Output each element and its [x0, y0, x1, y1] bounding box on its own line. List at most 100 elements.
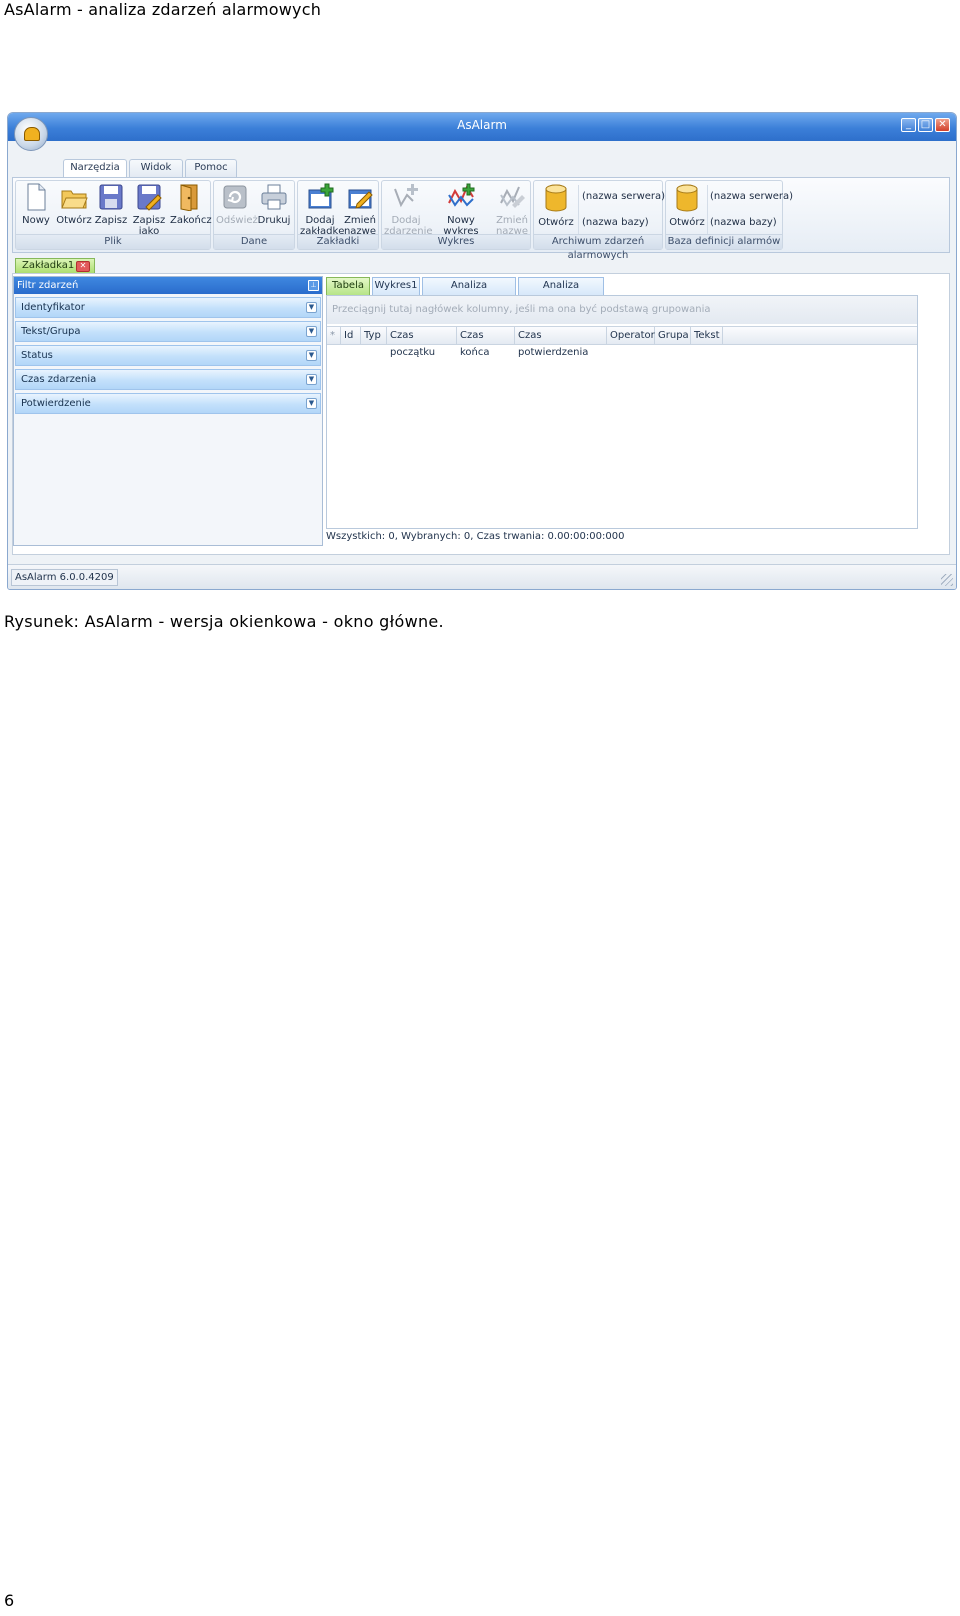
filter-czas-zdarzenia[interactable]: Czas zdarzenia ▼: [15, 369, 321, 390]
baza-definicji-separator: [707, 185, 708, 235]
filter-item-label: Tekst/Grupa: [21, 326, 81, 337]
column-czas-potwierdzenia[interactable]: Czas potwierdzenia: [515, 327, 607, 358]
group-by-panel[interactable]: Przeciągnij tutaj nagłówek kolumny, jeśl…: [327, 296, 917, 324]
new-document-icon: [27, 183, 46, 211]
nowy-button[interactable]: Nowy: [18, 183, 54, 226]
rename-chart-icon: [500, 186, 525, 208]
filter-potwierdzenie[interactable]: Potwierdzenie ▼: [15, 393, 321, 414]
column-operator[interactable]: Operator: [607, 327, 655, 344]
close-button[interactable]: ✕: [935, 118, 950, 132]
tab-widok[interactable]: Widok: [129, 159, 183, 177]
column-czas-poczatku[interactable]: Czas początku: [387, 327, 457, 358]
odswiez-button[interactable]: Odśwież: [216, 183, 258, 226]
baza-definicji-otworz-button[interactable]: Otwórz: [668, 183, 706, 228]
column-tekst[interactable]: Tekst: [691, 327, 723, 344]
application-window: AsAlarm _ □ ✕ Narzędzia Widok Pomoc Nowy…: [7, 112, 957, 590]
zapisz-label: Zapisz: [94, 215, 128, 226]
zapisz-button[interactable]: Zapisz: [94, 183, 128, 226]
page-number: 6: [4, 1591, 15, 1610]
group-plik: Nowy Otwórz Zapisz Zapisz jako Zakończ P…: [15, 180, 212, 250]
group-label-wykres: Wykres: [382, 234, 530, 249]
baza-definicji-otworz-label: Otwórz: [669, 217, 705, 228]
chevron-down-icon[interactable]: ▼: [306, 350, 317, 361]
zakoncz-label: Zakończ: [170, 215, 212, 226]
add-tab-icon: [308, 183, 334, 209]
version-label: AsAlarm 6.0.0.4209: [11, 569, 118, 586]
grid-header: * Id Typ Czas początku Czas końca Czas p…: [327, 326, 917, 358]
pin-icon[interactable]: ⊥: [308, 280, 319, 291]
filter-item-label: Potwierdzenie: [21, 398, 91, 409]
tab-analiza-statyczna[interactable]: Analiza statyczna: [518, 277, 604, 307]
column-id[interactable]: Id: [341, 327, 361, 344]
ribbon-panel: Nowy Otwórz Zapisz Zapisz jako Zakończ P…: [12, 177, 950, 261]
page-heading: AsAlarm - analiza zdarzeń alarmowych: [4, 0, 322, 19]
tab-analiza-dynamiczna[interactable]: Analiza dynamiczna: [422, 277, 516, 307]
archiwum-otworz-button[interactable]: Otwórz: [536, 183, 576, 228]
filter-tekst-grupa[interactable]: Tekst/Grupa ▼: [15, 321, 321, 342]
printer-icon: [261, 184, 287, 210]
tab-tabela[interactable]: Tabela: [326, 277, 370, 295]
column-czas-konca[interactable]: Czas końca: [457, 327, 515, 358]
archiwum-otworz-label: Otwórz: [538, 217, 574, 228]
add-event-chart-icon: [394, 184, 418, 208]
title-bar[interactable]: AsAlarm _ □ ✕: [8, 113, 956, 141]
column-typ[interactable]: Typ: [361, 327, 387, 344]
close-tab-icon[interactable]: ✕: [76, 261, 90, 272]
database-icon: [545, 184, 567, 212]
baza-definicji-database-name: (nazwa bazy): [710, 217, 777, 228]
dodaj-zakladke-label-1: Dodaj: [305, 215, 335, 226]
column-grupa[interactable]: Grupa: [655, 327, 691, 344]
archiwum-server-name: (nazwa serwera): [582, 191, 666, 202]
otworz-button[interactable]: Otwórz: [56, 183, 92, 226]
drukuj-label: Drukuj: [257, 215, 291, 226]
dodaj-zdarzenie-label-1: Dodaj: [391, 215, 421, 226]
chevron-down-icon[interactable]: ▼: [306, 302, 317, 313]
group-archiwum: Otwórz (nazwa serwera) (nazwa bazy) Arch…: [533, 180, 666, 261]
filter-title: Filtr zdarzeń: [17, 280, 79, 291]
filter-status[interactable]: Status ▼: [15, 345, 321, 366]
database-icon: [676, 184, 698, 212]
maximize-button[interactable]: □: [918, 118, 933, 132]
nowy-wykres-button[interactable]: Nowy wykres: [430, 183, 492, 237]
zmien-nazwe-wykresu-label-1: Zmień: [496, 215, 528, 226]
doc-tab-zakladka1[interactable]: Zakładka1 ✕: [15, 258, 95, 274]
zmien-nazwe-zakladki-label-1: Zmień: [344, 215, 376, 226]
group-label-plik: Plik: [16, 234, 210, 249]
grid-status: Wszystkich: 0, Wybranych: 0, Czas trwani…: [326, 531, 625, 542]
archiwum-database-name: (nazwa bazy): [582, 217, 649, 228]
archiwum-separator: [578, 185, 579, 235]
group-label-zakladki: Zakładki: [298, 234, 378, 249]
group-label-archiwum: Archiwum zdarzeń alarmowych: [534, 234, 662, 261]
chevron-down-icon[interactable]: ▼: [306, 374, 317, 385]
window-title: AsAlarm: [457, 118, 507, 132]
events-grid[interactable]: Przeciągnij tutaj nagłówek kolumny, jeśl…: [326, 295, 918, 529]
filter-item-label: Status: [21, 350, 53, 361]
group-label-baza-definicji: Baza definicji alarmów: [666, 234, 782, 249]
save-icon: [99, 184, 123, 210]
chevron-down-icon[interactable]: ▼: [306, 326, 317, 337]
zmien-nazwe-zakladki-button[interactable]: Zmień nazwę: [342, 183, 378, 237]
window-status-bar: AsAlarm 6.0.0.4209: [8, 564, 956, 589]
group-baza-definicji: Otwórz (nazwa serwera) (nazwa bazy) Baza…: [665, 180, 793, 250]
column-new-row: *: [327, 327, 341, 344]
dodaj-zdarzenie-button[interactable]: Dodaj zdarzenie: [384, 183, 433, 237]
tab-narzedzia[interactable]: Narzędzia: [63, 159, 127, 178]
filter-item-label: Identyfikator: [21, 302, 85, 313]
baza-definicji-server-name: (nazwa serwera): [710, 191, 794, 202]
tab-pomoc[interactable]: Pomoc: [185, 159, 237, 177]
tab-wykres1[interactable]: Wykres1: [372, 277, 420, 295]
filter-panel: Filtr zdarzeń ⊥ Identyfikator ▼ Tekst/Gr…: [13, 276, 323, 546]
zapisz-jako-button[interactable]: Zapisz jako: [130, 183, 168, 237]
drukuj-button[interactable]: Drukuj: [256, 183, 292, 226]
filter-identyfikator[interactable]: Identyfikator ▼: [15, 297, 321, 318]
group-label-dane: Dane: [214, 234, 294, 249]
save-as-icon: [137, 184, 162, 211]
resize-grip-icon[interactable]: [941, 574, 953, 586]
dodaj-zakladke-button[interactable]: Dodaj zakładkę: [300, 183, 344, 237]
zakoncz-button[interactable]: Zakończ: [170, 183, 212, 226]
filter-item-label: Czas zdarzenia: [21, 374, 97, 385]
minimize-button[interactable]: _: [901, 118, 916, 132]
zmien-nazwe-wykresu-button[interactable]: Zmień nazwę: [494, 183, 530, 237]
chevron-down-icon[interactable]: ▼: [306, 398, 317, 409]
application-menu-button[interactable]: [14, 117, 48, 151]
